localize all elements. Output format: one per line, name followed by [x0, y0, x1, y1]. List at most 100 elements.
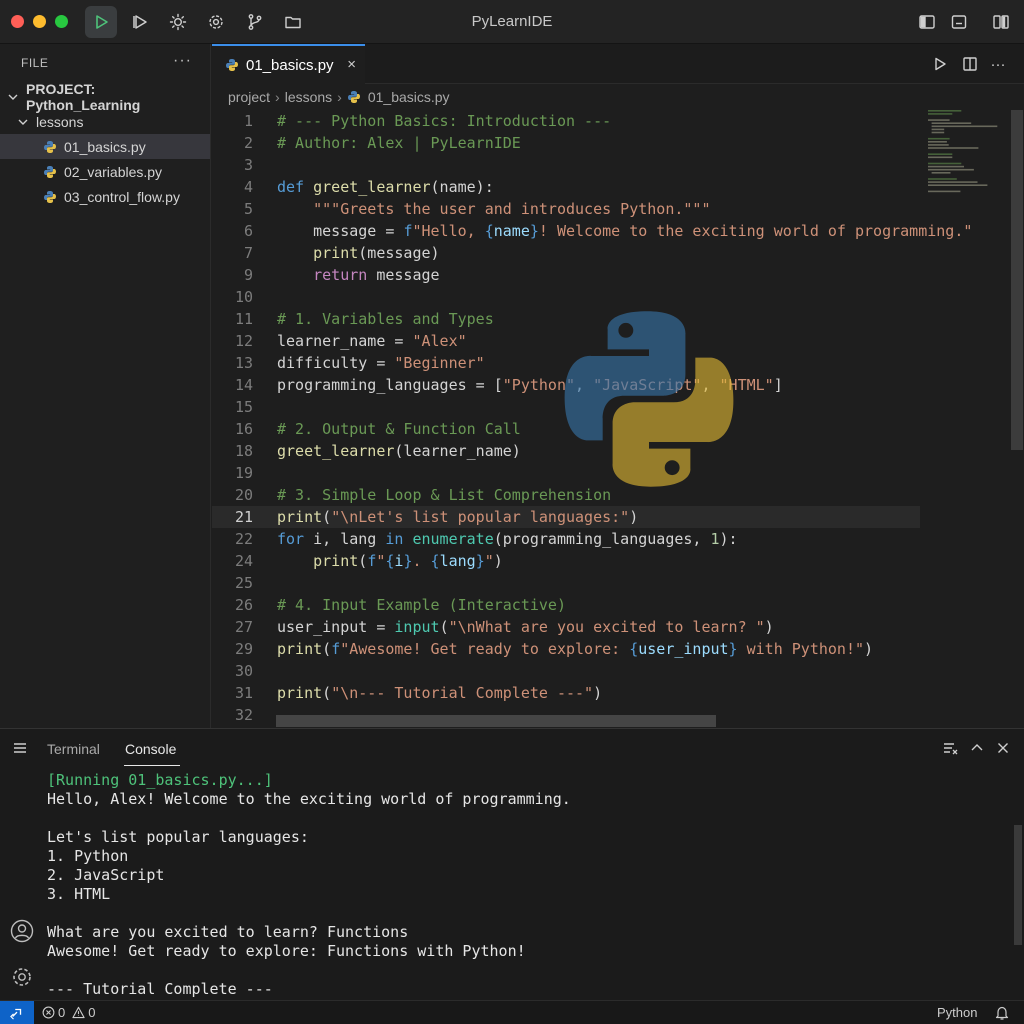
language-mode[interactable]: Python — [937, 1005, 977, 1020]
close-icon[interactable]: × — [347, 56, 356, 73]
toggle-panel-button[interactable] — [943, 6, 975, 38]
line-number: 32 — [234, 706, 253, 724]
run-outline-button[interactable] — [124, 6, 156, 38]
code-line[interactable]: 31 print("\n--- Tutorial Complete ---") — [212, 682, 1024, 704]
tab-console[interactable]: Console — [125, 741, 176, 757]
gear-icon — [209, 15, 223, 29]
code-text: for i, lang in enumerate(programming_lan… — [277, 530, 738, 548]
line-number: 27 — [234, 618, 253, 636]
bell-icon[interactable] — [995, 1005, 1009, 1021]
code-text: message = f"Hello, {name}! Welcome to th… — [277, 222, 973, 240]
breadcrumb-item[interactable]: lessons — [285, 89, 332, 105]
console-run-status: [Running 01_basics.py...] — [47, 771, 273, 789]
gear-icon[interactable] — [10, 965, 34, 989]
editor-more-button[interactable]: ··· — [988, 54, 1008, 74]
split-editor-button[interactable] — [960, 54, 980, 74]
window-maximize-button[interactable] — [55, 15, 68, 28]
file-item-03-control-flow[interactable]: 03_control_flow.py — [0, 184, 210, 209]
code-line[interactable]: 10 — [212, 286, 1024, 308]
code-line[interactable]: 22 for i, lang in enumerate(programming_l… — [212, 528, 1024, 550]
folder-lessons[interactable]: lessons — [0, 109, 210, 134]
code-line[interactable]: 29 print(f"Awesome! Get ready to explore:… — [212, 638, 1024, 660]
editor-horizontal-scrollbar[interactable] — [276, 715, 716, 727]
active-tab-indicator — [124, 765, 180, 766]
line-number: 16 — [234, 420, 253, 438]
console-scrollbar[interactable] — [1014, 825, 1022, 945]
code-line[interactable]: 26 # 4. Input Example (Interactive) — [212, 594, 1024, 616]
file-item-02-variables[interactable]: 02_variables.py — [0, 159, 210, 184]
source-control-button[interactable] — [239, 6, 271, 38]
code-line[interactable]: 24 print(f"{i}. {lang}") — [212, 550, 1024, 572]
explorer-more-button[interactable]: ··· — [173, 52, 192, 70]
code-line[interactable]: 11 # 1. Variables and Types — [212, 308, 1024, 330]
customize-layout-button[interactable] — [985, 6, 1017, 38]
code-line[interactable]: 30 — [212, 660, 1024, 682]
code-line[interactable]: 7 print(message) — [212, 242, 1024, 264]
python-file-icon — [347, 90, 361, 104]
debug-button[interactable] — [162, 6, 194, 38]
remote-indicator[interactable] — [0, 1001, 34, 1024]
code-line[interactable]: 21 print("\nLet's list popular languages:… — [212, 506, 920, 528]
code-line[interactable]: 27 user_input = input("\nWhat are you exc… — [212, 616, 1024, 638]
problems-indicator[interactable]: 0 0 — [42, 1005, 95, 1020]
code-line[interactable]: 3 — [212, 154, 1024, 176]
breadcrumb-item[interactable]: project — [228, 89, 270, 105]
minimap-line — [931, 122, 972, 124]
python-file-icon — [43, 140, 57, 154]
code-text: print(message) — [313, 244, 440, 262]
minimap-line — [928, 144, 949, 146]
code-line[interactable]: 25 — [212, 572, 1024, 594]
code-line[interactable]: 6 message = f"Hello, {name}! Welcome to … — [212, 220, 1024, 242]
code-line[interactable]: 14 programming_languages = ["Python", "Ja… — [212, 374, 1024, 396]
code-text: print(f"{i}. {lang}") — [313, 552, 503, 570]
code-line[interactable]: 16 # 2. Output & Function Call — [212, 418, 1024, 440]
minimap-line — [931, 131, 945, 134]
code-line[interactable]: 9 return message — [212, 264, 1024, 286]
run-file-button[interactable] — [930, 54, 950, 74]
code-text: # --- Python Basics: Introduction --- — [277, 112, 612, 130]
file-item-01-basics[interactable]: 01_basics.py — [0, 134, 210, 159]
open-folder-button[interactable] — [277, 6, 309, 38]
line-number: 6 — [243, 222, 253, 240]
code-line[interactable]: 20 # 3. Simple Loop & List Comprehension — [212, 484, 1024, 506]
code-text: difficulty = "Beginner" — [277, 354, 485, 372]
code-text: return message — [313, 266, 440, 284]
code-editor[interactable]: 1 # --- Python Basics: Introduction --- 2 #… — [212, 108, 1024, 728]
tab-01-basics[interactable]: 01_basics.py × — [212, 44, 365, 84]
code-text: # 4. Input Example (Interactive) — [277, 596, 566, 614]
file-label: 03_control_flow.py — [64, 188, 180, 205]
code-text: user_input = input("\nWhat are you excit… — [277, 618, 774, 636]
line-number: 14 — [234, 376, 253, 394]
editor-vertical-scrollbar[interactable] — [1011, 110, 1023, 450]
code-line[interactable]: 13 difficulty = "Beginner" — [212, 352, 1024, 374]
python-file-icon — [43, 165, 57, 179]
run-button[interactable] — [85, 6, 117, 38]
project-root[interactable]: PROJECT: Python_Learning — [0, 81, 210, 113]
code-line[interactable]: 1 # --- Python Basics: Introduction --- — [212, 110, 1024, 132]
code-line[interactable]: 15 — [212, 396, 1024, 418]
window-minimize-button[interactable] — [33, 15, 46, 28]
line-number: 22 — [234, 530, 253, 548]
code-line[interactable]: 2 # Author: Alex | PyLearnIDE — [212, 132, 1024, 154]
code-line[interactable]: 18 greet_learner(learner_name) — [212, 440, 1024, 462]
window-close-button[interactable] — [11, 15, 24, 28]
minimap[interactable] — [926, 108, 1010, 198]
account-icon[interactable] — [10, 919, 34, 943]
clear-console-button[interactable] — [942, 740, 958, 756]
editor-tab-bar: 01_basics.py × ··· — [212, 44, 1024, 84]
toggle-sidebar-button[interactable] — [911, 6, 943, 38]
file-explorer: FILE ··· PROJECT: Python_Learning lesson… — [0, 44, 211, 728]
code-text: # 1. Variables and Types — [277, 310, 494, 328]
settings-button[interactable] — [200, 6, 232, 38]
hamburger-menu-icon[interactable] — [12, 740, 28, 756]
code-line[interactable]: 12 learner_name = "Alex" — [212, 330, 1024, 352]
console-line: What are you excited to learn? Functions — [47, 923, 409, 941]
code-line[interactable]: 19 — [212, 462, 1024, 484]
code-line[interactable]: 4 def greet_learner(name): — [212, 176, 1024, 198]
breadcrumb-item[interactable]: 01_basics.py — [368, 89, 450, 105]
code-line[interactable]: 5 """Greets the user and introduces Pyth… — [212, 198, 1024, 220]
close-panel-button[interactable] — [995, 740, 1011, 756]
maximize-panel-button[interactable] — [969, 740, 985, 756]
code-text: # 2. Output & Function Call — [277, 420, 521, 438]
tab-terminal[interactable]: Terminal — [47, 741, 100, 757]
